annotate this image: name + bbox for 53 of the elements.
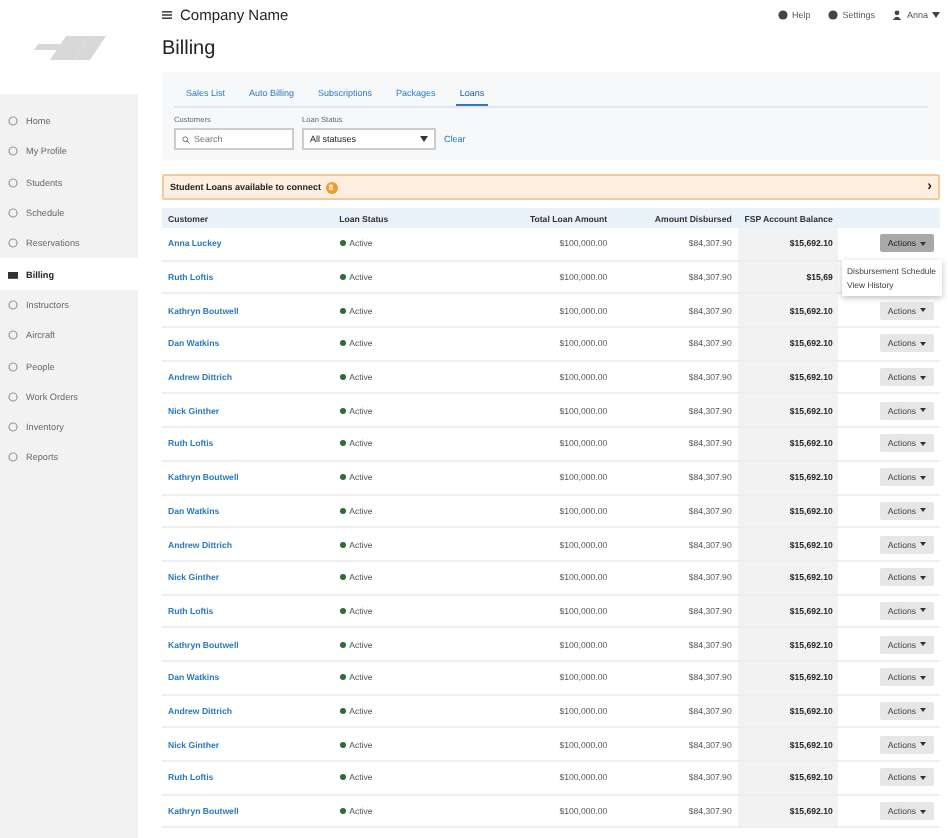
circle-icon — [8, 422, 18, 433]
caret-icon — [920, 708, 926, 713]
caret-icon — [920, 542, 926, 547]
circle-icon — [8, 391, 18, 402]
caret-icon — [920, 608, 926, 613]
circle-icon — [8, 177, 18, 188]
caret-icon — [420, 136, 428, 142]
status-dot-icon — [339, 274, 346, 281]
caret-icon — [920, 508, 926, 513]
circle-icon — [8, 146, 18, 157]
caret-icon — [920, 375, 926, 380]
status-dot-icon — [339, 774, 346, 781]
status-dot-icon — [339, 340, 346, 347]
caret-icon — [920, 441, 926, 446]
status-dot-icon — [339, 374, 346, 381]
caret-icon — [920, 675, 926, 680]
caret-icon — [920, 475, 926, 480]
circle-icon — [8, 116, 18, 127]
status-dot-icon — [339, 507, 346, 514]
caret-icon — [920, 308, 926, 313]
circle-icon — [8, 299, 18, 310]
status-dot-icon — [339, 440, 346, 447]
status-dot-icon — [339, 474, 346, 481]
search-icon — [182, 135, 190, 143]
caret-icon — [920, 241, 926, 246]
caret-icon — [932, 11, 940, 17]
page-title: Billing — [162, 38, 218, 60]
status-dot-icon — [339, 240, 346, 247]
status-dot-icon — [339, 307, 346, 314]
caret-icon — [920, 742, 926, 747]
user-icon — [892, 9, 903, 19]
circle-icon — [8, 361, 18, 372]
caret-icon — [920, 575, 926, 580]
menu-icon — [162, 9, 172, 19]
logo-icon — [29, 33, 109, 61]
status-dot-icon — [339, 808, 346, 815]
caret-icon — [920, 642, 926, 647]
status-dot-icon — [339, 407, 346, 414]
status-dot-icon — [339, 541, 346, 548]
status-dot-icon — [339, 707, 346, 714]
caret-icon — [920, 809, 926, 814]
circle-icon — [8, 452, 18, 463]
caret-icon — [920, 775, 926, 780]
circle-icon — [8, 238, 18, 249]
circle-icon — [8, 330, 18, 341]
status-dot-icon — [339, 641, 346, 648]
caret-icon — [920, 341, 926, 346]
circle-icon — [8, 208, 18, 219]
status-dot-icon — [339, 674, 346, 681]
caret-icon — [920, 408, 926, 413]
status-dot-icon — [339, 574, 346, 581]
status-dot-icon — [339, 607, 346, 614]
status-dot-icon — [339, 741, 346, 748]
